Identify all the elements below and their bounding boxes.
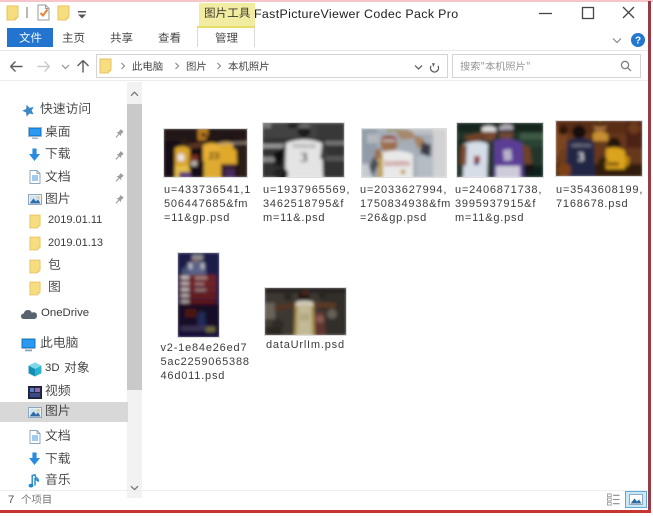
svg-text:IVERSON: IVERSON [571,143,591,148]
svg-text:3: 3 [300,150,308,166]
svg-text:IVERSON: IVERSON [293,144,316,150]
svg-text:SIXERS: SIXERS [384,161,410,168]
svg-text:3: 3 [578,149,585,164]
svg-text:23: 23 [300,313,309,322]
svg-text:?: ? [635,36,641,47]
svg-text:23: 23 [208,151,220,162]
